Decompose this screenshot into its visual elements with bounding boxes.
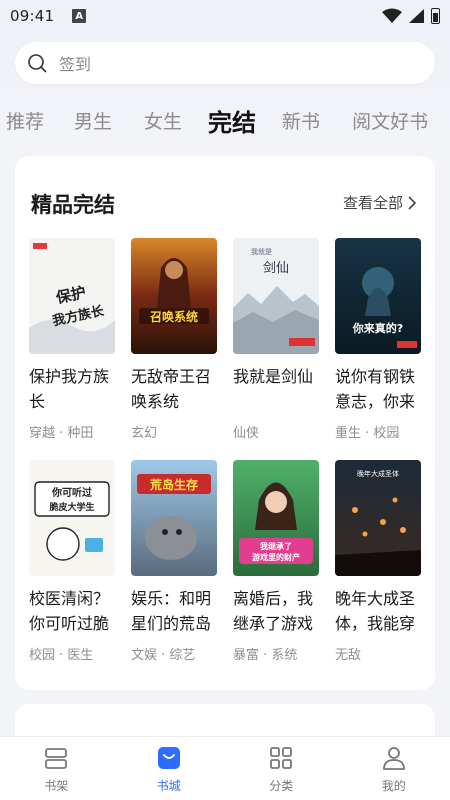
book-tags: 暴富 · 系统 [233,648,298,663]
book-cover-art: 保护 我方族长 [29,238,115,354]
book-tags: 校园 · 医生 [29,648,94,663]
book-tags: 玄幻 [131,426,158,441]
svg-text:脆皮大学生: 脆皮大学生 [48,501,94,513]
search-placeholder: 签到 [59,55,92,74]
category-icon [270,747,293,769]
book-title: 离婚后，我继承了游戏 [233,589,314,633]
book-tags: 重生 · 校园 [335,426,400,441]
book-cover-art: 你来真的? [335,238,421,354]
book-cover: 我继承了 游戏里的财产 [233,460,319,576]
book-item[interactable]: 你可听过 脆皮大学生 校医清闲？你可听过脆 校园 · 医生 [29,460,115,663]
tab-new[interactable]: 新书 [282,107,320,134]
chevron-right-icon [408,195,417,210]
book-cover: 你来真的? [335,238,421,354]
tab-female[interactable]: 女生 [144,107,182,134]
book-cover: 召唤系统 [131,238,217,354]
svg-text:我就是: 我就是 [251,247,272,256]
profile-icon [382,747,405,770]
book-title: 我就是剑仙 [233,367,314,386]
book-cover: 晚年大成圣体 [335,460,421,576]
nav-label: 书城 [156,779,181,793]
view-all-link[interactable]: 查看全部 [343,192,417,213]
book-cover-art: 晚年大成圣体 [335,460,421,576]
search-bar[interactable]: 签到 [15,42,435,84]
nav-profile[interactable]: 我的 [338,737,450,800]
book-tags: 穿越 · 种田 [29,426,94,441]
svg-text:剑仙: 剑仙 [263,260,289,276]
section-title: 精品完结 [31,193,115,217]
nav-bookshelf[interactable]: 书架 [0,737,113,800]
signal-icon [409,9,424,23]
svg-text:我继承了: 我继承了 [260,541,292,551]
battery-icon [431,8,440,24]
book-title: 娱乐：和明星们的荒岛 [131,589,212,633]
book-cover: 保护 我方族长 [29,238,115,354]
tab-male[interactable]: 男生 [74,107,112,134]
book-item[interactable]: 保护 我方族长 保护我方族长 穿越 · 种田 [29,238,115,441]
view-all-label: 查看全部 [342,194,403,212]
bookstore-icon [157,747,180,769]
book-title: 说你有钢铁意志，你来 [335,367,416,411]
book-cover-art: 你可听过 脆皮大学生 [29,460,115,576]
notification-a-icon: A [72,9,87,23]
status-bar: 09:41 A [0,0,450,32]
book-title: 保护我方族长 [29,367,110,411]
search-icon [28,54,47,73]
book-cover: 我就是 剑仙 [233,238,319,354]
book-cover-art: 我继承了 游戏里的财产 [233,460,319,576]
book-item[interactable]: 我继承了 游戏里的财产 离婚后，我继承了游戏 暴富 · 系统 [233,460,319,663]
nav-label: 书架 [44,779,69,793]
book-title: 无敌帝王召唤系统 [131,367,212,411]
status-time: 09:41 [10,7,55,25]
completed-section-card: 精品完结 查看全部 保护 我方族长 保护我方族长 穿越 · 种田 召唤系统 无敌… [15,156,435,690]
nav-label: 我的 [381,779,406,793]
book-cover-art: 我就是 剑仙 [233,238,319,354]
book-item[interactable]: 你来真的? 说你有钢铁意志，你来 重生 · 校园 [335,238,421,441]
bookshelf-icon [45,748,68,769]
book-cover: 你可听过 脆皮大学生 [29,460,115,576]
svg-text:荒岛生存: 荒岛生存 [149,477,198,492]
book-title: 校医清闲？你可听过脆 [29,589,110,633]
book-item[interactable]: 晚年大成圣体 晚年大成圣体，我能穿 无敌 [335,460,421,663]
book-item[interactable]: 召唤系统 无敌帝王召唤系统 玄幻 [131,238,217,441]
book-title: 晚年大成圣体，我能穿 [335,589,416,633]
svg-text:你来真的?: 你来真的? [352,321,403,335]
book-cover-art: 召唤系统 [131,238,217,354]
book-tags: 文娱 · 综艺 [131,648,196,663]
svg-text:晚年大成圣体: 晚年大成圣体 [357,469,399,478]
tab-completed[interactable]: 完结 [208,103,256,138]
wifi-icon [382,8,402,23]
svg-text:游戏里的财产: 游戏里的财产 [252,552,300,562]
tab-recommend[interactable]: 推荐 [6,107,44,134]
svg-text:你可听过: 你可听过 [51,486,92,499]
book-cover-art: 荒岛生存 [131,460,217,576]
tab-good-books[interactable]: 阅文好书 [352,107,428,134]
book-item[interactable]: 荒岛生存 娱乐：和明星们的荒岛 文娱 · 综艺 [131,460,217,663]
svg-text:召唤系统: 召唤系统 [150,309,198,324]
book-tags: 仙侠 [233,426,260,441]
nav-category[interactable]: 分类 [225,737,338,800]
status-icons [382,8,440,24]
bottom-nav: 书架 书城 分类 我的 [0,736,450,800]
nav-label: 分类 [269,779,294,793]
book-item[interactable]: 我就是 剑仙 我就是剑仙 仙侠 [233,238,319,441]
category-tabs: 推荐 男生 女生 完结 新书 阅文好书 [0,100,450,140]
book-cover: 荒岛生存 [131,460,217,576]
book-tags: 无敌 [335,648,362,663]
nav-bookstore[interactable]: 书城 [113,737,226,800]
